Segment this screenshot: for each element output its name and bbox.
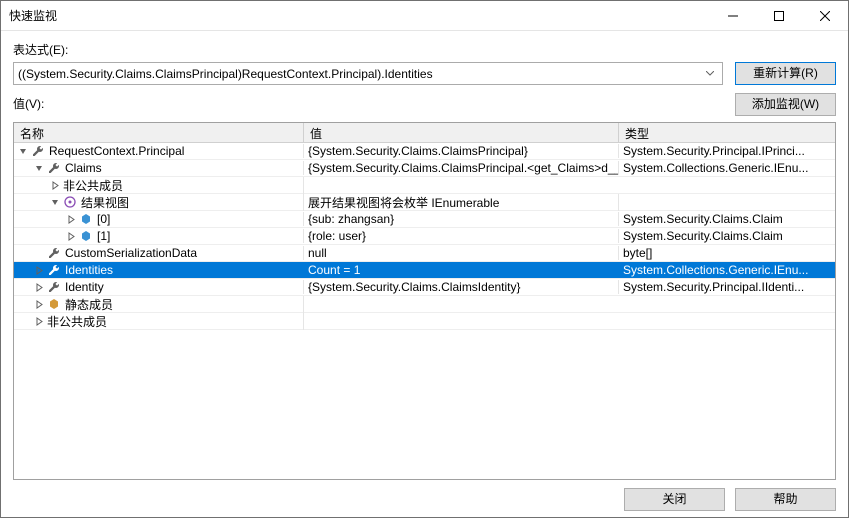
expand-icon[interactable] <box>34 265 45 276</box>
grid-row[interactable]: [0] {sub: zhangsan}System.Security.Claims… <box>14 211 835 228</box>
titlebar[interactable]: 快速监视 <box>1 1 848 31</box>
wrench-icon <box>47 246 61 260</box>
cell-value: {System.Security.Claims.ClaimsPrincipal} <box>304 144 619 158</box>
wrench-icon <box>47 280 61 294</box>
cell-value: {System.Security.Claims.ClaimsIdentity} <box>304 280 619 294</box>
cell-type: System.Collections.Generic.IEnu... <box>619 161 835 175</box>
cell-type: System.Collections.Generic.IEnu... <box>619 263 835 277</box>
grid-body: RequestContext.Principal {System.Security… <box>14 143 835 479</box>
cell-type: System.Security.Claims.Claim <box>619 212 835 226</box>
header-value[interactable]: 值 <box>304 123 619 142</box>
cell-type: byte[] <box>619 246 835 260</box>
close-dialog-button[interactable]: 关闭 <box>624 488 725 511</box>
grid-row[interactable]: Claims {System.Security.Claims.ClaimsPrin… <box>14 160 835 177</box>
cell-type: System.Security.Principal.IPrinci... <box>619 144 835 158</box>
wrench-icon <box>47 263 61 277</box>
cell-type: System.Security.Principal.IIdenti... <box>619 280 835 294</box>
cell-value: Count = 1 <box>304 263 619 277</box>
expression-label: 表达式(E): <box>13 41 723 58</box>
grid-row[interactable]: [1] {role: user}System.Security.Claims.Cl… <box>14 228 835 245</box>
chevron-down-icon[interactable] <box>702 71 718 76</box>
expand-icon[interactable] <box>34 316 45 327</box>
cell-value: {System.Security.Claims.ClaimsPrincipal.… <box>304 161 619 175</box>
row-name: 非公共成员 <box>47 313 107 330</box>
row-name: 结果视图 <box>81 194 129 211</box>
maximize-button[interactable] <box>756 1 802 31</box>
cell-name: CustomSerializationData <box>14 246 304 260</box>
cell-name: 非公共成员 <box>14 313 304 330</box>
grid-row[interactable]: CustomSerializationData nullbyte[] <box>14 245 835 262</box>
minimize-button[interactable] <box>710 1 756 31</box>
value-label: 值(V): <box>13 95 723 112</box>
header-type[interactable]: 类型 <box>619 123 835 142</box>
expand-icon[interactable] <box>18 146 29 157</box>
expand-icon[interactable] <box>66 231 77 242</box>
cell-value: 展开结果视图将会枚举 IEnumerable <box>304 194 619 211</box>
quickwatch-window: 快速监视 表达式(E): ((System.Security.Claims.Cl… <box>0 0 849 518</box>
cell-name: [0] <box>14 212 304 226</box>
cell-value: null <box>304 246 619 260</box>
grid-row[interactable]: Identities Count = 1System.Collections.Ge… <box>14 262 835 279</box>
results-icon <box>63 195 77 209</box>
cell-name: [1] <box>14 229 304 243</box>
expand-icon[interactable] <box>50 197 61 208</box>
cell-name: Identity <box>14 280 304 294</box>
expression-input[interactable]: ((System.Security.Claims.ClaimsPrincipal… <box>13 62 723 85</box>
grid-header: 名称 值 类型 <box>14 123 835 143</box>
cell-name: 静态成员 <box>14 296 304 313</box>
row-name: CustomSerializationData <box>65 246 197 260</box>
cell-name: 非公共成员 <box>14 177 304 194</box>
grid-row[interactable]: 结果视图 展开结果视图将会枚举 IEnumerable <box>14 194 835 211</box>
wrench-icon <box>31 144 45 158</box>
wrench-icon <box>47 161 61 175</box>
watch-grid: 名称 值 类型 RequestContext.Principal {System.… <box>13 122 836 480</box>
reevaluate-button[interactable]: 重新计算(R) <box>735 62 836 85</box>
footer: 关闭 帮助 <box>13 480 836 511</box>
row-name: [0] <box>97 212 110 226</box>
row-name: Identities <box>65 263 113 277</box>
grid-row[interactable]: 静态成员 <box>14 296 835 313</box>
row-name: 非公共成员 <box>63 177 123 194</box>
static-icon <box>47 297 61 311</box>
expand-icon[interactable] <box>34 163 45 174</box>
row-name: [1] <box>97 229 110 243</box>
grid-row[interactable]: RequestContext.Principal {System.Security… <box>14 143 835 160</box>
expression-text: ((System.Security.Claims.ClaimsPrincipal… <box>18 67 702 81</box>
row-name: Claims <box>65 161 102 175</box>
field-icon <box>79 229 93 243</box>
header-name[interactable]: 名称 <box>14 123 304 142</box>
expand-icon[interactable] <box>34 299 45 310</box>
grid-row[interactable]: 非公共成员 <box>14 313 835 330</box>
cell-name: Claims <box>14 161 304 175</box>
row-name: 静态成员 <box>65 296 113 313</box>
row-name: RequestContext.Principal <box>49 144 184 158</box>
window-title: 快速监视 <box>9 7 710 24</box>
add-watch-button[interactable]: 添加监视(W) <box>735 93 836 116</box>
cell-name: Identities <box>14 263 304 277</box>
grid-row[interactable]: 非公共成员 <box>14 177 835 194</box>
field-icon <box>79 212 93 226</box>
cell-value: {role: user} <box>304 229 619 243</box>
expand-icon[interactable] <box>66 214 77 225</box>
help-button[interactable]: 帮助 <box>735 488 836 511</box>
row-name: Identity <box>65 280 104 294</box>
expand-icon[interactable] <box>50 180 61 191</box>
cell-type: System.Security.Claims.Claim <box>619 229 835 243</box>
expand-icon[interactable] <box>34 282 45 293</box>
cell-name: 结果视图 <box>14 194 304 211</box>
cell-name: RequestContext.Principal <box>14 144 304 158</box>
content-area: 表达式(E): ((System.Security.Claims.ClaimsP… <box>1 31 848 517</box>
close-button[interactable] <box>802 1 848 31</box>
grid-row[interactable]: Identity {System.Security.Claims.ClaimsId… <box>14 279 835 296</box>
expand-icon[interactable] <box>34 248 45 259</box>
cell-value: {sub: zhangsan} <box>304 212 619 226</box>
